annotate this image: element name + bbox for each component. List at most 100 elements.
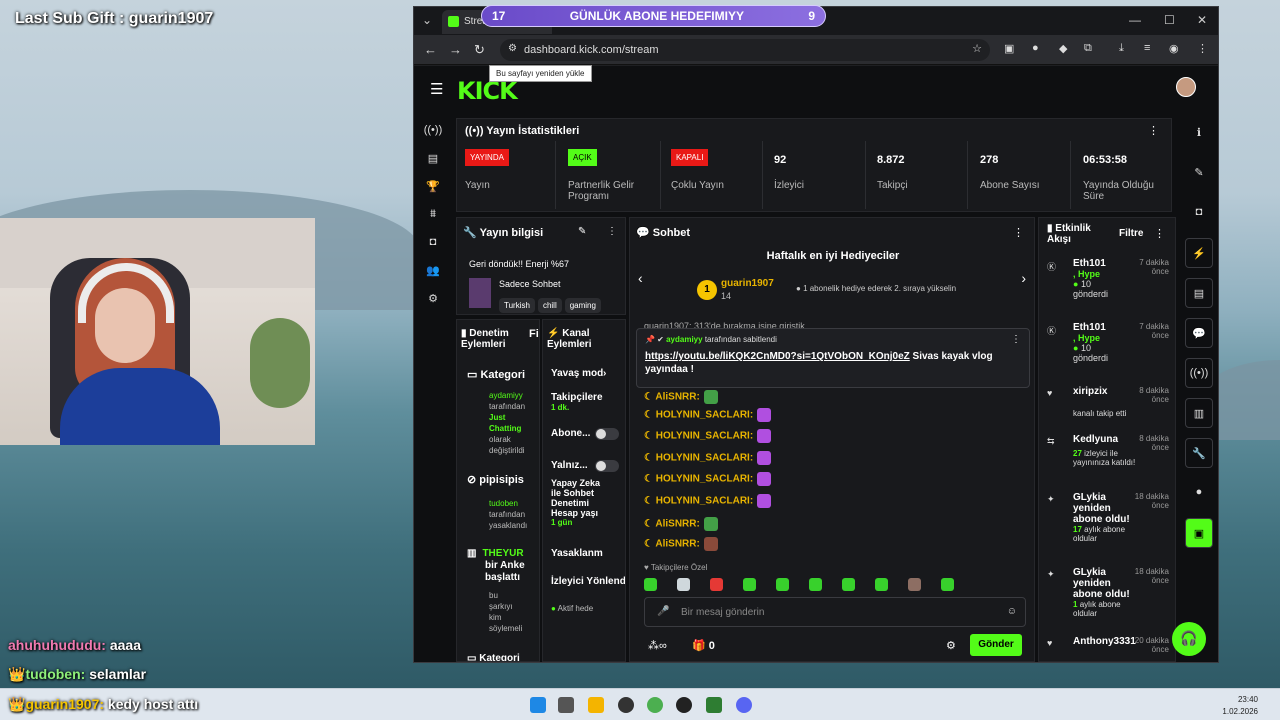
- download-icon[interactable]: ⤓: [1119, 42, 1124, 55]
- stats-menu-icon[interactable]: ⋮: [1148, 124, 1159, 137]
- stream-info-panel: 🔧 Yayın bilgisi ✎ ⋮ Geri döndük!! Enerji…: [456, 217, 626, 315]
- mod-item-4[interactable]: ▭ Kategori: [467, 653, 520, 661]
- chat-message[interactable]: ☾ AliSNRR:: [644, 537, 718, 551]
- chat-message[interactable]: ☾ HOLYNIN_SACLARI:: [644, 408, 772, 422]
- trophy-icon[interactable]: 🏆: [414, 180, 452, 208]
- info-menu-icon[interactable]: ⋮: [607, 226, 617, 237]
- edit-icon[interactable]: ✎: [1185, 158, 1213, 188]
- event-item[interactable]: ✦ GLykia yeniden abone oldu! 1 aylık abone…: [1047, 567, 1169, 618]
- layout-icon[interactable]: ▥: [1185, 398, 1213, 428]
- event-item[interactable]: ♥ xiripzix kanalı takip etti 8 dakika önce: [1047, 386, 1169, 418]
- emoji-icon[interactable]: ☺: [1007, 606, 1017, 617]
- gift-counter[interactable]: 🎁 0: [692, 639, 715, 652]
- extension-icon[interactable]: ●: [1032, 42, 1039, 54]
- community-icon[interactable]: ⩩: [414, 208, 452, 236]
- reload-icon[interactable]: ↻: [474, 42, 485, 58]
- site-info-icon[interactable]: ⚙: [508, 43, 517, 54]
- back-icon[interactable]: ←: [424, 42, 437, 57]
- filter-button[interactable]: Filtre: [1119, 228, 1143, 239]
- puzzle-icon[interactable]: ⧉: [1084, 42, 1092, 55]
- system-clock[interactable]: 23:40 1.02.2026: [1222, 694, 1258, 718]
- terminal-icon[interactable]: [706, 697, 722, 713]
- close-window-button[interactable]: ✕: [1197, 13, 1207, 27]
- sub-only-row[interactable]: Abone...: [551, 428, 590, 439]
- maximize-button[interactable]: ☐: [1164, 13, 1175, 27]
- emote-bar[interactable]: [644, 578, 954, 591]
- viewer-redirect-row[interactable]: İzleyici Yönlend: [551, 576, 625, 587]
- users-infinity-icon[interactable]: ⁂∞: [648, 639, 667, 652]
- user-avatar[interactable]: [1176, 77, 1196, 97]
- wrench-icon[interactable]: 🔧: [1185, 438, 1213, 468]
- translate-icon[interactable]: ▣: [1004, 42, 1014, 55]
- event-item[interactable]: Ⓚ Eth101, Hype ● 10 gönderdi 7 dakika önce: [1047, 322, 1169, 363]
- lightning-icon[interactable]: ⚡: [1185, 238, 1213, 268]
- event-item[interactable]: ⇆ Kedlyuna 27 izleyici ile yayınınıza katı…: [1047, 434, 1169, 467]
- chat-message[interactable]: ☾ HOLYNIN_SACLARI:: [644, 429, 772, 443]
- send-button[interactable]: Gönder: [970, 634, 1022, 656]
- event-item[interactable]: ♥ Anthony3331 20 dakika önce: [1047, 636, 1169, 654]
- chat-message[interactable]: ☾ AliSNRR:: [644, 390, 718, 404]
- chat-bubble-icon[interactable]: 💬: [1185, 318, 1213, 348]
- url-field[interactable]: ⚙ dashboard.kick.com/stream ☆: [500, 39, 990, 61]
- start-icon[interactable]: [530, 697, 546, 713]
- ai-moderation-row[interactable]: Yapay Zeka ile Sohbet Denetimi Hesap yaş…: [551, 478, 607, 528]
- forward-icon[interactable]: →: [449, 42, 462, 57]
- tab-list-button[interactable]: ⌄: [422, 13, 432, 27]
- chrome-icon[interactable]: [647, 697, 663, 713]
- banned-row[interactable]: Yasaklanm: [551, 548, 603, 559]
- chat-input[interactable]: 🎤 Bir mesaj gönderin ☺: [644, 597, 1026, 627]
- overlay-chat-3: 👑guarin1907: kedy host attı: [8, 696, 199, 712]
- stream-icon[interactable]: ((•)): [414, 124, 452, 152]
- apps-icon[interactable]: ●: [1185, 478, 1213, 508]
- mod-item-1[interactable]: ▭ Kategori: [467, 368, 525, 381]
- followers-only-row[interactable]: Takipçilere 1 dk.: [551, 392, 603, 412]
- edit-info-icon[interactable]: ✎: [578, 226, 586, 237]
- more-menu-icon[interactable]: ⋮: [1197, 42, 1208, 55]
- gifters-prev-icon[interactable]: ‹: [638, 270, 643, 286]
- settings-icon[interactable]: ⚙: [414, 292, 452, 320]
- chat-message[interactable]: ☾ HOLYNIN_SACLARI:: [644, 472, 772, 486]
- emote-only-row[interactable]: Yalnız...: [551, 460, 588, 471]
- media-icon[interactable]: ≡: [1144, 42, 1150, 54]
- chat-message[interactable]: ☾ HOLYNIN_SACLARI:: [644, 494, 772, 508]
- discord-icon[interactable]: [736, 697, 752, 713]
- sub-only-toggle[interactable]: [595, 428, 619, 440]
- slow-mode-row[interactable]: Yavaş mod ›: [551, 368, 606, 379]
- profile-icon[interactable]: ◉: [1169, 42, 1179, 55]
- hamburger-menu-icon[interactable]: ☰: [430, 80, 443, 98]
- task-view-icon[interactable]: [558, 697, 574, 713]
- broadcast-icon[interactable]: ((•)): [1185, 358, 1213, 388]
- info-icon[interactable]: ℹ: [1185, 118, 1213, 148]
- support-headset-icon[interactable]: 🎧: [1172, 622, 1206, 656]
- bookmark-star-icon[interactable]: ☆: [972, 42, 982, 55]
- mod-item-2[interactable]: ⊘ pipisipis: [467, 473, 524, 486]
- active-target-row[interactable]: ● Aktif hede: [551, 604, 593, 613]
- chat-message[interactable]: ☾ HOLYNIN_SACLARI:: [644, 451, 772, 465]
- mod-item-3[interactable]: ▥ THEYUR bir Anke başlattı: [467, 548, 525, 584]
- event-item[interactable]: Ⓚ Eth101, Hype ● 10 gönderdi 7 dakika önce: [1047, 258, 1169, 299]
- camera-icon[interactable]: ◘: [414, 236, 452, 264]
- notes-icon[interactable]: ▤: [1185, 278, 1213, 308]
- chat-settings-icon[interactable]: ⚙: [946, 639, 956, 652]
- users-icon[interactable]: 👥: [414, 264, 452, 292]
- emote-only-toggle[interactable]: [595, 460, 619, 472]
- obs-icon[interactable]: [618, 697, 634, 713]
- event-item[interactable]: ✦ GLykia yeniden abone oldu! 17 aylık abon…: [1047, 492, 1169, 543]
- chat-menu-icon[interactable]: ⋮: [1013, 226, 1024, 239]
- pinned-menu-icon[interactable]: ⋮: [1011, 334, 1021, 345]
- screen-icon[interactable]: ◘: [1185, 198, 1213, 228]
- mod-item-2-desc: tudoben tarafından yasaklandı: [489, 499, 528, 530]
- media-tool-icon[interactable]: ▣: [1185, 518, 1213, 548]
- library-icon[interactable]: ▤: [414, 152, 452, 180]
- gifters-next-icon[interactable]: ›: [1021, 270, 1026, 286]
- minimize-button[interactable]: —: [1129, 13, 1141, 27]
- github-icon[interactable]: [676, 697, 692, 713]
- pinned-link[interactable]: https://youtu.be/liKQK2CnMD0?si=1QtVObON…: [645, 351, 910, 362]
- mic-icon[interactable]: 🎤: [657, 606, 669, 617]
- top-gifters-title: Haftalık en iyi Hediyeciler: [766, 250, 900, 262]
- feed-menu-icon[interactable]: ⋮: [1154, 227, 1165, 240]
- file-explorer-icon[interactable]: [588, 697, 604, 713]
- overlay-chat-1: ahuhuhududu: aaaa: [8, 637, 142, 653]
- extension-2-icon[interactable]: ◆: [1059, 42, 1067, 55]
- chat-message[interactable]: ☾ AliSNRR:: [644, 517, 718, 531]
